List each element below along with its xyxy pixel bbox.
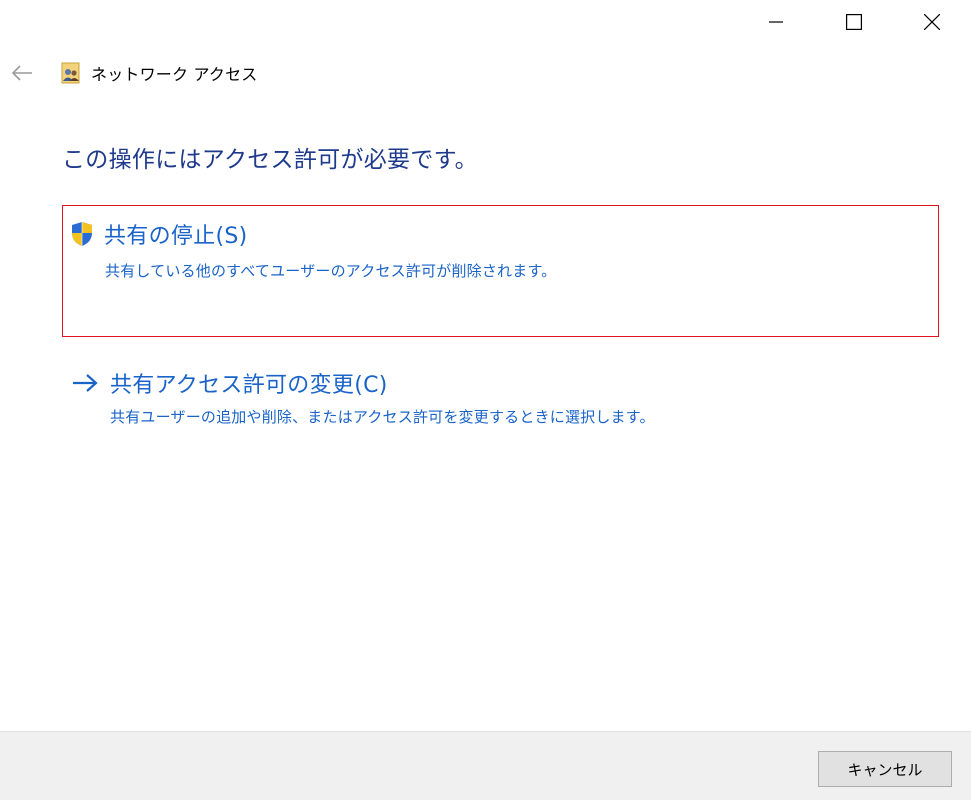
cancel-button[interactable]: キャンセル	[818, 751, 952, 787]
minimize-button[interactable]	[737, 0, 815, 44]
window-controls	[737, 0, 971, 44]
minimize-icon	[769, 21, 783, 23]
close-button[interactable]	[893, 0, 971, 44]
stop-sharing-title: 共有の停止(S)	[104, 224, 248, 249]
back-button[interactable]	[0, 58, 44, 88]
window-title: ネットワーク アクセス	[91, 65, 258, 84]
navigation-bar: ネットワーク アクセス	[0, 58, 258, 88]
change-permissions-title: 共有アクセス許可の変更(C)	[110, 373, 388, 398]
stop-sharing-title-row: 共有の停止(S)	[69, 218, 248, 250]
arrow-right-icon	[72, 366, 100, 400]
stop-sharing-description: 共有している他のすべてユーザーのアクセス許可が削除されます。	[105, 262, 557, 280]
change-permissions-description: 共有ユーザーの追加や削除、またはアクセス許可を変更するときに選択します。	[110, 408, 655, 426]
uac-shield-icon	[69, 220, 95, 248]
dialog-footer: キャンセル	[0, 731, 971, 800]
maximize-button[interactable]	[815, 0, 893, 44]
stop-sharing-option[interactable]: 共有の停止(S) 共有している他のすべてユーザーのアクセス許可が削除されます。	[62, 205, 939, 337]
change-permissions-option[interactable]: 共有アクセス許可の変更(C) 共有ユーザーの追加や削除、またはアクセス許可を変更…	[62, 366, 939, 436]
maximize-icon	[846, 14, 862, 30]
page-heading: この操作にはアクセス許可が必要です。	[62, 147, 478, 173]
close-icon	[924, 14, 940, 30]
change-permissions-title-row: 共有アクセス許可の変更(C)	[72, 366, 388, 400]
back-arrow-icon	[11, 65, 32, 81]
network-access-icon	[61, 62, 81, 84]
